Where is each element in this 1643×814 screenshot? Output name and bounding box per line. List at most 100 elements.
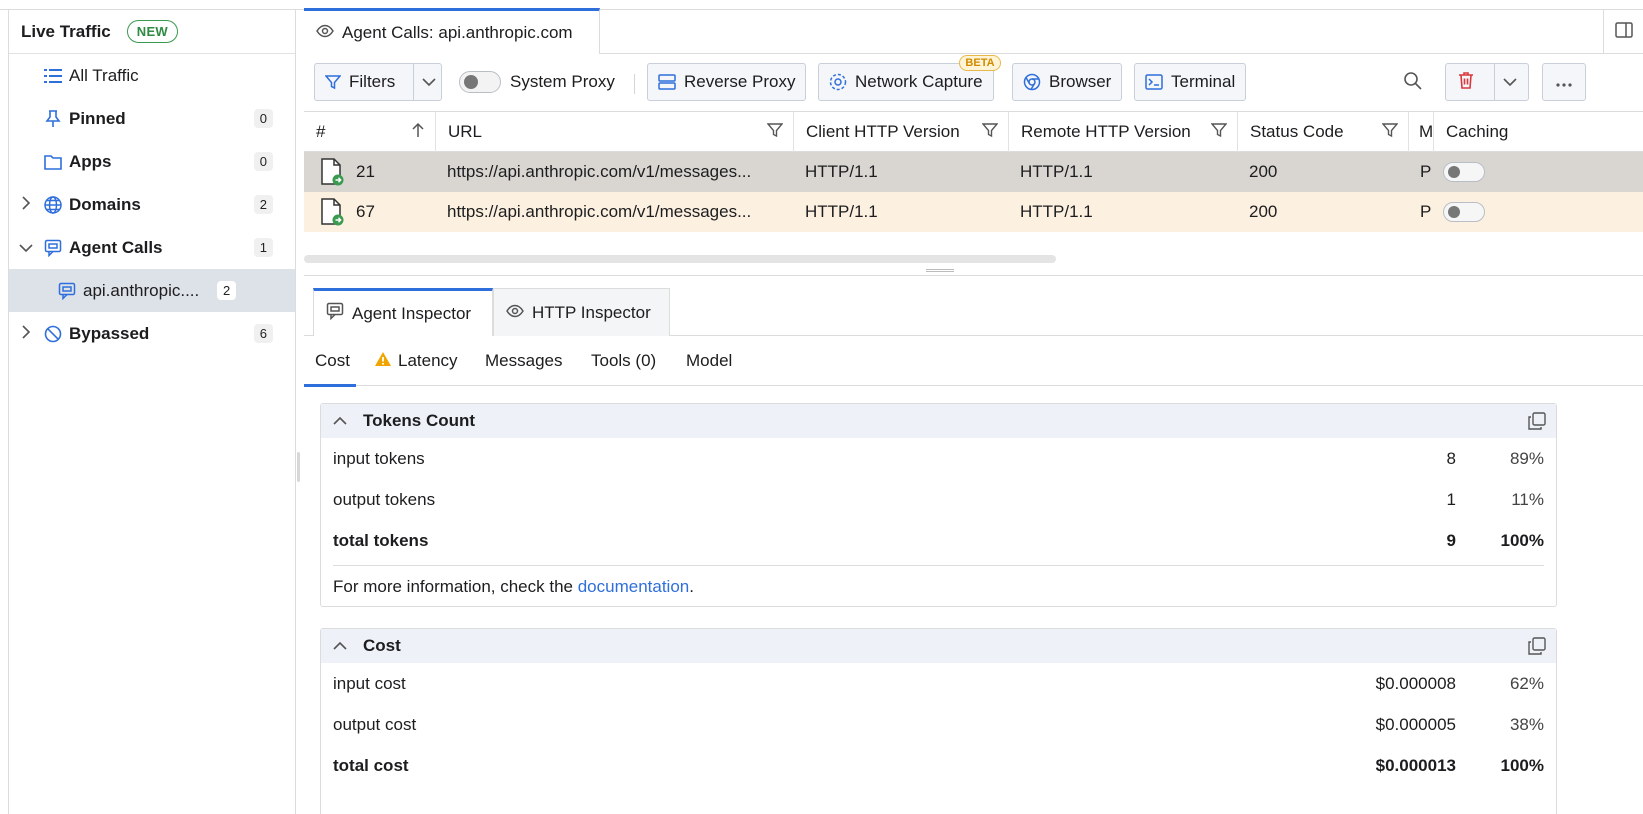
card-header[interactable]: Tokens Count bbox=[321, 404, 1556, 438]
browser-label: Browser bbox=[1049, 72, 1112, 91]
caching-toggle[interactable] bbox=[1443, 162, 1485, 182]
subtab-latency[interactable]: Latency bbox=[374, 336, 458, 386]
tab-bar: Agent Calls: api.anthropic.com bbox=[304, 8, 1643, 54]
sidebar-item-pinned[interactable]: Pinned 0 bbox=[9, 97, 295, 140]
sidebar-item-agent-calls[interactable]: Agent Calls 1 bbox=[9, 226, 295, 269]
chevron-up-icon[interactable] bbox=[333, 636, 347, 656]
row-client-http: HTTP/1.1 bbox=[805, 162, 878, 181]
filters-button-group: Filters bbox=[314, 63, 442, 101]
sidebar-title: Live Traffic bbox=[21, 21, 111, 41]
count-badge: 0 bbox=[253, 109, 273, 128]
delete-dropdown-button[interactable] bbox=[1494, 64, 1525, 100]
row-m: P bbox=[1420, 202, 1432, 221]
more-icon bbox=[1556, 72, 1572, 92]
toolbar: Filters System Proxy Reverse Proxy Netwo… bbox=[304, 54, 1643, 112]
token-row: input tokens 8 89% bbox=[333, 449, 1544, 468]
filter-icon[interactable] bbox=[766, 122, 784, 143]
network-capture-button[interactable]: Network Capture BETA bbox=[818, 55, 1001, 101]
column-header-m[interactable]: M bbox=[1409, 112, 1434, 152]
more-options-button[interactable] bbox=[1542, 63, 1586, 101]
table-header: # URL Client HTTP Version Remote HTTP Ve… bbox=[304, 112, 1643, 152]
chevron-down-icon[interactable] bbox=[19, 240, 33, 256]
trash-icon bbox=[1458, 71, 1474, 94]
cost-row: input cost $0.000008 62% bbox=[333, 674, 1544, 693]
agent-icon bbox=[43, 238, 63, 258]
sidebar-item-label: Agent Calls bbox=[69, 237, 163, 257]
filter-icon[interactable] bbox=[1381, 122, 1399, 143]
request-file-icon bbox=[320, 152, 344, 192]
tab-agent-inspector[interactable]: Agent Inspector bbox=[313, 288, 493, 336]
tab-http-inspector[interactable]: HTTP Inspector bbox=[493, 288, 670, 336]
pane-divider bbox=[304, 275, 1643, 276]
column-header-caching[interactable]: Caching bbox=[1434, 112, 1643, 152]
pin-icon bbox=[43, 109, 63, 129]
table-row[interactable]: 21 https://api.anthropic.com/v1/messages… bbox=[304, 152, 1643, 192]
filters-button[interactable]: Filters bbox=[315, 64, 405, 100]
agent-icon bbox=[326, 302, 344, 325]
count-badge: 0 bbox=[253, 152, 273, 171]
filter-icon[interactable] bbox=[1210, 122, 1228, 143]
request-file-icon bbox=[320, 192, 344, 232]
eye-icon bbox=[316, 23, 334, 43]
documentation-link[interactable]: documentation bbox=[578, 577, 690, 596]
subtab-cost[interactable]: Cost bbox=[304, 336, 356, 387]
pane-resize-handle[interactable] bbox=[926, 269, 954, 272]
documentation-note: For more information, check the document… bbox=[333, 565, 1544, 606]
count-badge: 6 bbox=[253, 324, 273, 343]
row-caching bbox=[1443, 152, 1485, 192]
reverse-proxy-button[interactable]: Reverse Proxy bbox=[647, 63, 807, 101]
tab-agent-calls[interactable]: Agent Calls: api.anthropic.com bbox=[304, 8, 600, 54]
chevron-right-icon[interactable] bbox=[19, 325, 33, 342]
server-icon bbox=[658, 74, 676, 90]
row-client-http: HTTP/1.1 bbox=[805, 202, 878, 221]
filter-icon bbox=[325, 74, 341, 90]
tab-title: Agent Calls: api.anthropic.com bbox=[342, 22, 573, 42]
panel-layout-button[interactable] bbox=[1603, 10, 1643, 54]
horizontal-scrollbar[interactable] bbox=[304, 255, 1056, 263]
copy-icon[interactable] bbox=[1528, 637, 1546, 660]
row-status: 200 bbox=[1249, 202, 1278, 221]
search-button[interactable] bbox=[1403, 71, 1423, 96]
column-header-client-http[interactable]: Client HTTP Version bbox=[794, 112, 1009, 152]
sidebar-item-label: api.anthropic.... bbox=[83, 280, 200, 300]
chevron-right-icon[interactable] bbox=[19, 196, 33, 213]
subtab-model[interactable]: Model bbox=[686, 336, 732, 386]
column-header-remote-http[interactable]: Remote HTTP Version bbox=[1009, 112, 1238, 152]
warning-icon bbox=[374, 351, 392, 372]
inspector-tabs: Agent Inspector HTTP Inspector bbox=[304, 288, 1643, 336]
filters-label: Filters bbox=[349, 72, 396, 91]
sidebar-item-all-traffic[interactable]: All Traffic bbox=[9, 54, 295, 97]
sidebar-item-label: All Traffic bbox=[69, 65, 139, 85]
capture-icon bbox=[829, 73, 847, 91]
chevron-down-icon bbox=[422, 72, 436, 92]
terminal-button[interactable]: Terminal bbox=[1134, 63, 1247, 101]
subtab-tools[interactable]: Tools (0) bbox=[591, 336, 656, 386]
column-header-id[interactable]: # bbox=[304, 112, 436, 152]
sidebar-item-apps[interactable]: Apps 0 bbox=[9, 140, 295, 183]
column-header-url[interactable]: URL bbox=[436, 112, 794, 152]
card-title: Tokens Count bbox=[363, 411, 476, 430]
delete-button[interactable] bbox=[1446, 64, 1486, 100]
table-row[interactable]: 67 https://api.anthropic.com/v1/messages… bbox=[304, 192, 1643, 232]
beta-badge: BETA bbox=[959, 55, 1001, 71]
sidebar-resize-handle[interactable] bbox=[297, 452, 300, 482]
column-header-status[interactable]: Status Code bbox=[1238, 112, 1409, 152]
sidebar: Live Traffic NEW All Traffic Pinned 0 Ap… bbox=[8, 10, 296, 814]
system-proxy-toggle[interactable] bbox=[459, 71, 501, 93]
sort-ascending-icon[interactable] bbox=[411, 122, 425, 143]
sidebar-item-api-anthropic[interactable]: api.anthropic.... 2 bbox=[9, 269, 295, 312]
chevron-up-icon[interactable] bbox=[333, 411, 347, 431]
search-icon bbox=[1403, 72, 1423, 95]
caching-toggle[interactable] bbox=[1443, 202, 1485, 222]
browser-button[interactable]: Browser bbox=[1012, 63, 1123, 101]
sidebar-item-bypassed[interactable]: Bypassed 6 bbox=[9, 312, 295, 355]
filters-dropdown-button[interactable] bbox=[413, 64, 444, 100]
copy-icon[interactable] bbox=[1528, 412, 1546, 435]
sidebar-item-domains[interactable]: Domains 2 bbox=[9, 183, 295, 226]
subtab-messages[interactable]: Messages bbox=[485, 336, 562, 386]
system-proxy-label: System Proxy bbox=[510, 72, 615, 91]
globe-icon bbox=[43, 195, 63, 215]
filter-icon[interactable] bbox=[981, 122, 999, 143]
card-header[interactable]: Cost bbox=[321, 629, 1556, 663]
row-url: https://api.anthropic.com/v1/messages... bbox=[447, 162, 752, 181]
